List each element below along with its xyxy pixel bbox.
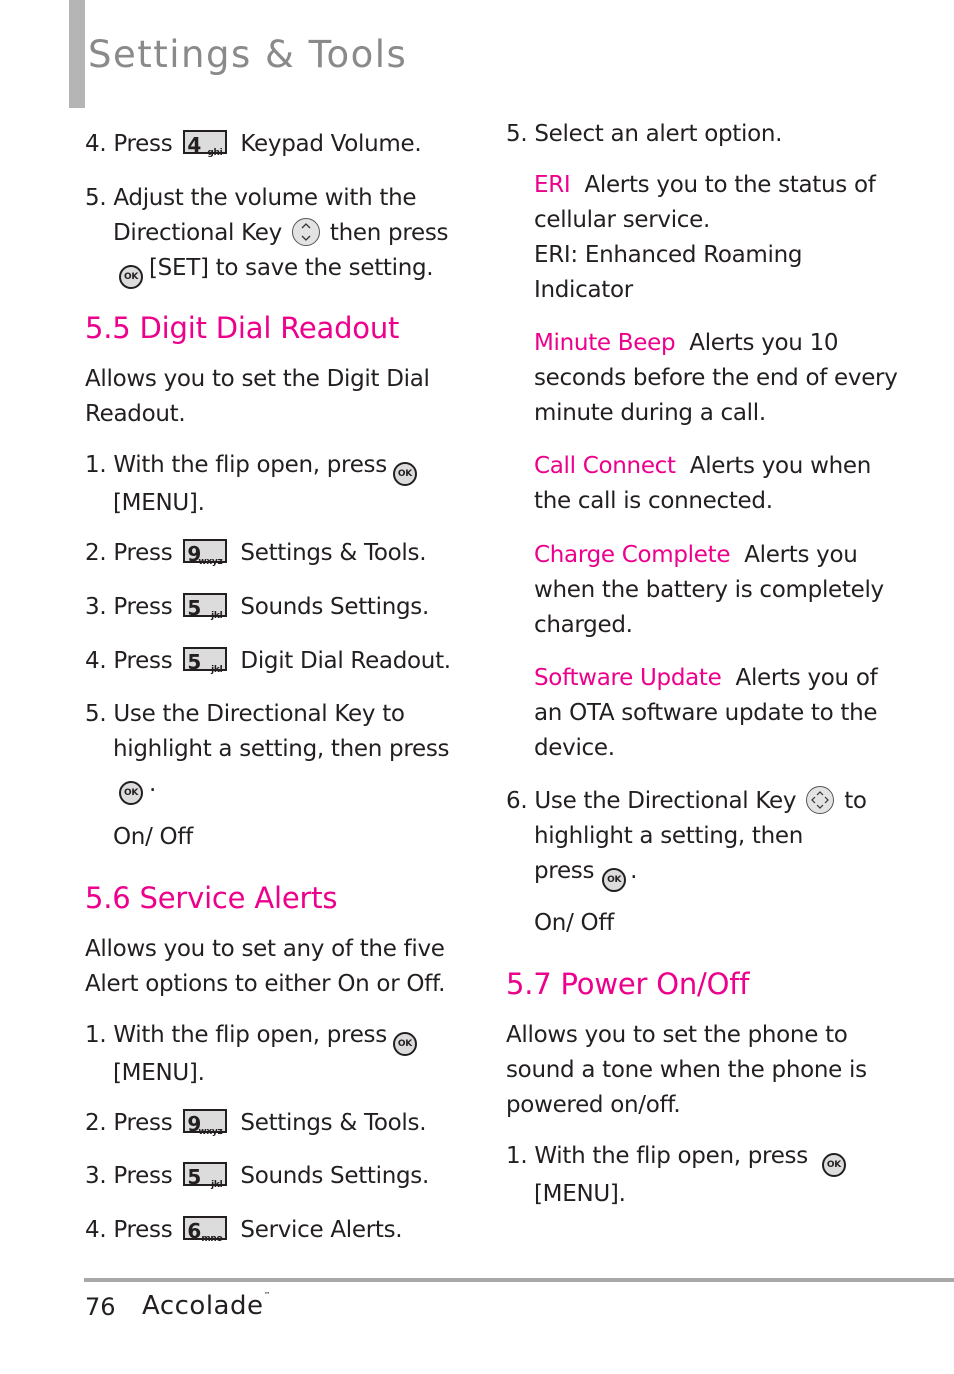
key-5-icon: 5 jkl <box>183 1162 228 1190</box>
directional-key-icon <box>806 786 835 814</box>
page-number: 76 <box>85 1293 116 1321</box>
step-highlight-setting: 6. Use the Directional Key to highlight a… <box>506 784 867 892</box>
alert-name: Software Update <box>534 665 722 691</box>
ok-key-icon: OK <box>392 1032 417 1056</box>
alert-software-update: Software Update Alerts you of an OTA sof… <box>534 665 878 761</box>
option-on-off: On/ Off <box>113 824 193 850</box>
step-adjust-volume: 5. Adjust the volume with the Directiona… <box>85 181 449 289</box>
alert-name: Call Connect <box>534 453 676 479</box>
step-sounds-settings: 3. Press 5 jkl Sounds Settings. <box>85 1162 429 1190</box>
alert-name: Charge Complete <box>534 542 731 568</box>
step-settings-tools: 2. Press 9 wxyz Settings & Tools. <box>85 539 427 567</box>
step-keypad-volume: 4. Press 4 ghi Keypad Volume. <box>85 130 422 158</box>
ok-key-icon: OK <box>119 265 143 289</box>
option-on-off: On/ Off <box>534 910 614 936</box>
step-open-menu: 1. With the flip open, press OK [MENU]. <box>506 1139 852 1212</box>
header-side-bar <box>69 0 85 108</box>
ok-key-icon: OK <box>119 781 143 805</box>
step-number: 4. Press <box>85 131 173 157</box>
alert-name: ERI <box>534 172 571 198</box>
footer-rule <box>84 1278 954 1282</box>
section-5-6-intro: Allows you to set any of the five Alert … <box>85 936 446 997</box>
step-highlight-setting: 5. Use the Directional Key to highlight … <box>85 697 450 805</box>
step-select-alert: 5. Select an alert option. <box>506 121 783 147</box>
key-4-icon: 4 ghi <box>183 130 228 158</box>
section-5-5-intro: Allows you to set the Digit Dial Readout… <box>85 366 430 427</box>
ok-key-icon: OK <box>602 868 627 892</box>
ok-key-icon: OK <box>392 462 417 486</box>
page-title: Settings & Tools <box>88 33 408 76</box>
brand-logo: Accolade™ <box>142 1291 271 1321</box>
ok-key-icon: OK <box>821 1153 846 1177</box>
step-open-menu: 1. With the flip open, press OK [MENU]. <box>85 448 423 521</box>
key-5-icon: 5 jkl <box>183 593 228 621</box>
directional-key-up-down-icon <box>291 218 320 246</box>
key-9-icon: 9 wxyz <box>183 1109 228 1137</box>
step-digit-dial-readout: 4. Press 5 jkl Digit Dial Readout. <box>85 647 451 675</box>
section-heading-5-6: 5.6 Service Alerts <box>85 881 338 915</box>
step-settings-tools: 2. Press 9 wxyz Settings & Tools. <box>85 1109 427 1137</box>
alert-call-connect: Call Connect Alerts you when the call is… <box>534 453 872 514</box>
alert-name: Minute Beep <box>534 330 676 356</box>
key-5-icon: 5 jkl <box>183 647 228 675</box>
section-5-7-intro: Allows you to set the phone to sound a t… <box>506 1022 867 1118</box>
key-9-icon: 9 wxyz <box>183 539 228 567</box>
alert-charge-complete: Charge Complete Alerts you when the batt… <box>534 542 884 638</box>
key-6-icon: 6 mno <box>183 1216 228 1244</box>
alert-eri: ERI Alerts you to the status of cellular… <box>534 172 876 303</box>
section-heading-5-7: 5.7 Power On/Off <box>506 967 750 1001</box>
step-sounds-settings: 3. Press 5 jkl Sounds Settings. <box>85 593 429 621</box>
step-open-menu: 1. With the flip open, press OK [MENU]. <box>85 1018 423 1091</box>
menu-target-keypad-volume: Keypad Volume <box>240 131 415 157</box>
alert-minute-beep: Minute Beep Alerts you 10 seconds before… <box>534 330 898 426</box>
section-heading-5-5: 5.5 Digit Dial Readout <box>85 311 400 345</box>
step-service-alerts: 4. Press 6 mno Service Alerts. <box>85 1216 403 1244</box>
